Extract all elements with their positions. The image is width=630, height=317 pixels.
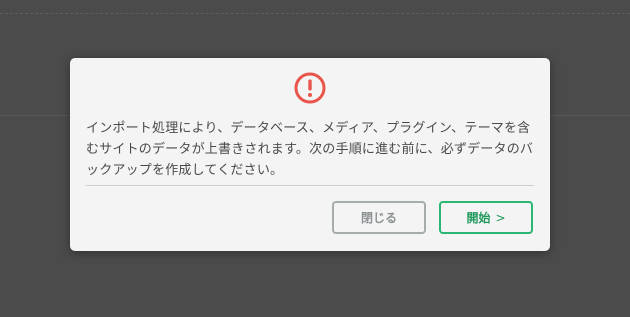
warning-circle-icon xyxy=(294,72,326,104)
page-divider-top xyxy=(0,13,630,14)
dialog-divider xyxy=(86,185,534,186)
start-button-label: 開始 xyxy=(466,211,491,225)
close-button[interactable]: 閉じる xyxy=(332,201,426,234)
start-button[interactable]: 開始 > xyxy=(439,201,533,234)
close-button-label: 閉じる xyxy=(360,211,397,225)
dialog-message: インポート処理により、データベース、メディア、プラグイン、テーマを含むサイトのデ… xyxy=(86,121,534,178)
import-warning-dialog: インポート処理により、データベース、メディア、プラグイン、テーマを含むサイトのデ… xyxy=(70,58,550,251)
chevron-right-icon: > xyxy=(495,210,506,225)
